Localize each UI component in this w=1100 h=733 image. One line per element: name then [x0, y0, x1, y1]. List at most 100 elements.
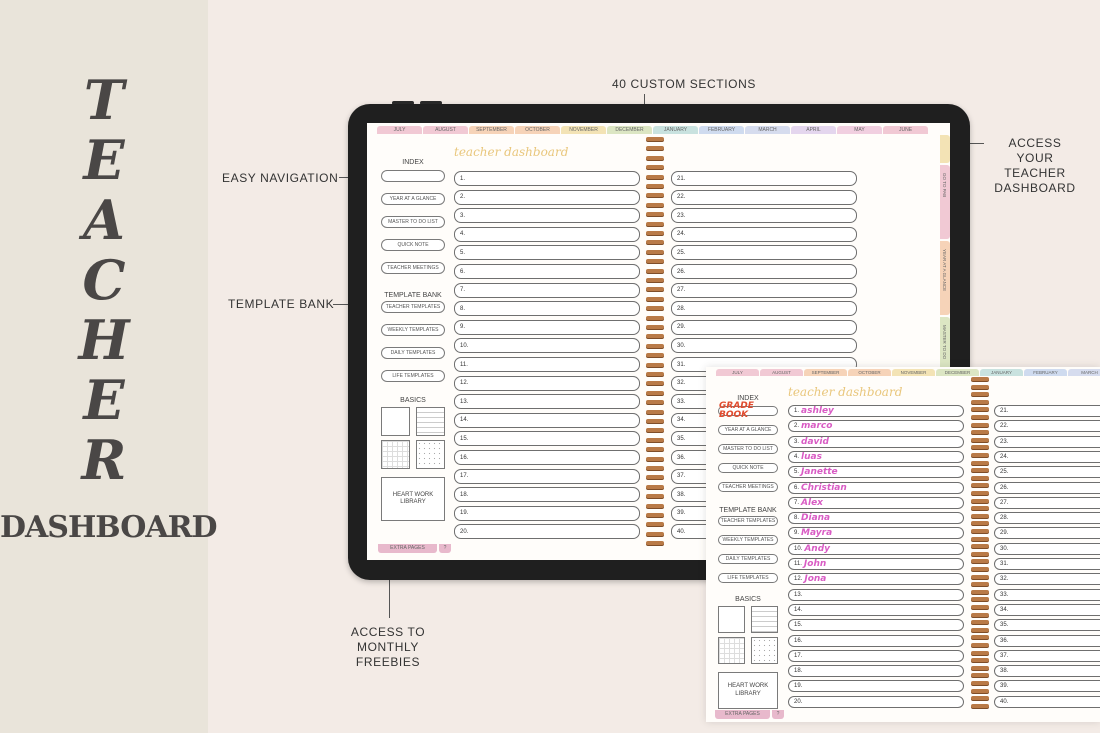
month-tab-february[interactable]: FEBRUARY [699, 126, 744, 134]
section-row[interactable]: 35. [994, 619, 1100, 632]
basics-lined-page[interactable] [416, 407, 445, 436]
section-row[interactable]: 11. [454, 357, 640, 372]
index-item-master-to-do-list[interactable]: MASTER TO DO LIST [718, 444, 778, 454]
section-row[interactable]: 9. [454, 319, 640, 335]
month-tab-october[interactable]: OCTOBER [515, 126, 560, 134]
section-row[interactable]: 17. [788, 649, 964, 662]
section-row[interactable]: 14. [454, 412, 640, 428]
basics-dot-page[interactable] [751, 637, 778, 664]
index-item-quick-note[interactable]: QUICK NOTE [381, 239, 445, 251]
section-row[interactable]: 12. [454, 375, 640, 391]
section-row[interactable]: 33. [994, 588, 1100, 601]
section-row[interactable]: 10. Andy [788, 542, 964, 555]
month-tab-april[interactable]: APRIL [791, 126, 836, 134]
index-item-teacher-meetings[interactable]: TEACHER MEETINGS [718, 482, 778, 492]
index-item-year-at-a-glance[interactable]: YEAR AT A GLANCE [381, 193, 445, 205]
section-row[interactable]: 24. [671, 226, 857, 242]
section-row[interactable]: 20. [788, 695, 964, 708]
template-item-daily-templates[interactable]: DAILY TEMPLATES [718, 554, 778, 564]
section-row[interactable]: 34. [994, 603, 1100, 616]
month-tab-february[interactable]: FEBRUARY [1024, 369, 1067, 376]
extra-pages-tab[interactable]: EXTRA PAGES [378, 544, 437, 553]
section-row[interactable]: 27. [994, 496, 1100, 509]
section-row[interactable]: 5. [454, 245, 640, 261]
section-row[interactable]: 4. luas [788, 450, 964, 463]
month-tab-september[interactable]: SEPTEMBER [804, 369, 847, 376]
month-tab-november[interactable]: NOVEMBER [892, 369, 935, 376]
section-row[interactable]: 29. [994, 527, 1100, 540]
extra-pages-tab[interactable]: EXTRA PAGES [715, 710, 770, 719]
month-tab-august[interactable]: AUGUST [423, 126, 468, 134]
index-item-blank[interactable] [381, 170, 445, 182]
template-item-teacher-templates[interactable]: TEACHER TEMPLATES [718, 516, 778, 526]
section-row[interactable]: 19. [788, 680, 964, 693]
template-item-weekly-templates[interactable]: WEEKLY TEMPLATES [718, 535, 778, 545]
section-row[interactable]: 40. [994, 695, 1100, 708]
section-row[interactable]: 10. [454, 338, 640, 354]
section-row[interactable]: 6. Christian [788, 481, 964, 494]
month-tab-july[interactable]: JULY [716, 369, 759, 376]
basics-blank-page[interactable] [381, 407, 410, 436]
basics-lined-page[interactable] [751, 606, 778, 633]
section-row[interactable]: 9. Mayra [788, 527, 964, 540]
basics-grid-page[interactable] [718, 637, 745, 664]
month-tab-august[interactable]: AUGUST [760, 369, 803, 376]
section-row[interactable]: 26. [994, 481, 1100, 494]
template-item-life-templates[interactable]: LIFE TEMPLATES [718, 573, 778, 583]
section-row[interactable]: 14. [788, 603, 964, 616]
month-tab-december[interactable]: DECEMBER [936, 369, 979, 376]
section-row[interactable]: 2. [454, 189, 640, 205]
index-item-blank[interactable]: grade book [718, 402, 778, 420]
section-row[interactable]: 29. [671, 319, 857, 335]
section-row[interactable]: 19. [454, 505, 640, 521]
month-tab-march[interactable]: MARCH [745, 126, 790, 134]
section-row[interactable]: 25. [994, 466, 1100, 479]
section-row[interactable]: 23. [994, 435, 1100, 448]
section-row[interactable]: 4. [454, 226, 640, 242]
section-row[interactable]: 28. [671, 301, 857, 317]
basics-blank-page[interactable] [718, 606, 745, 633]
section-row[interactable]: 8. Diana [788, 512, 964, 525]
section-row[interactable]: 7. [454, 282, 640, 298]
section-row[interactable]: 13. [788, 588, 964, 601]
home-side-tab[interactable] [940, 135, 950, 163]
section-row[interactable]: 22. [671, 189, 857, 205]
month-tab-september[interactable]: SEPTEMBER [469, 126, 514, 134]
section-row[interactable]: 39. [994, 680, 1100, 693]
month-tab-january[interactable]: JANUARY [653, 126, 698, 134]
section-row[interactable]: 17. [454, 468, 640, 484]
section-row[interactable]: 37. [994, 649, 1100, 662]
month-tab-october[interactable]: OCTOBER [848, 369, 891, 376]
section-row[interactable]: 27. [671, 282, 857, 298]
template-item-daily-templates[interactable]: DAILY TEMPLATES [381, 347, 445, 359]
section-row[interactable]: 16. [454, 450, 640, 465]
heart-work-library[interactable]: HEART WORK LIBRARY [718, 672, 778, 709]
section-row[interactable]: 28. [994, 512, 1100, 525]
side-tab-year-at-a-glance[interactable]: YEAR AT A GLANCE [940, 241, 950, 315]
section-row[interactable]: 26. [671, 264, 857, 279]
section-row[interactable]: 30. [994, 542, 1100, 555]
section-row[interactable]: 7. Alex [788, 496, 964, 509]
section-row[interactable]: 24. [994, 450, 1100, 463]
basics-grid-page[interactable] [381, 440, 410, 469]
side-tab-go-to-pab[interactable]: GO TO PAB [940, 165, 950, 239]
section-row[interactable]: 5. Janette [788, 466, 964, 479]
index-item-teacher-meetings[interactable]: TEACHER MEETINGS [381, 262, 445, 274]
section-row[interactable]: 23. [671, 208, 857, 224]
section-row[interactable]: 2. marco [788, 420, 964, 433]
section-row[interactable]: 3. [454, 208, 640, 224]
section-row[interactable]: 22. [994, 420, 1100, 433]
section-row[interactable]: 18. [454, 487, 640, 503]
section-row[interactable]: 30. [671, 338, 857, 354]
section-row[interactable]: 6. [454, 264, 640, 279]
section-row[interactable]: 12. Jona [788, 573, 964, 586]
index-item-master-to-do-list[interactable]: MASTER TO DO LIST [381, 216, 445, 228]
month-tab-june[interactable]: JUNE [883, 126, 928, 134]
section-row[interactable]: 36. [994, 634, 1100, 647]
month-tab-november[interactable]: NOVEMBER [561, 126, 606, 134]
section-row[interactable]: 1. ashley [788, 405, 964, 417]
section-row[interactable]: 21. [671, 171, 857, 186]
section-row[interactable]: 20. [454, 524, 640, 540]
section-row[interactable]: 3. david [788, 435, 964, 448]
template-item-life-templates[interactable]: LIFE TEMPLATES [381, 370, 445, 382]
